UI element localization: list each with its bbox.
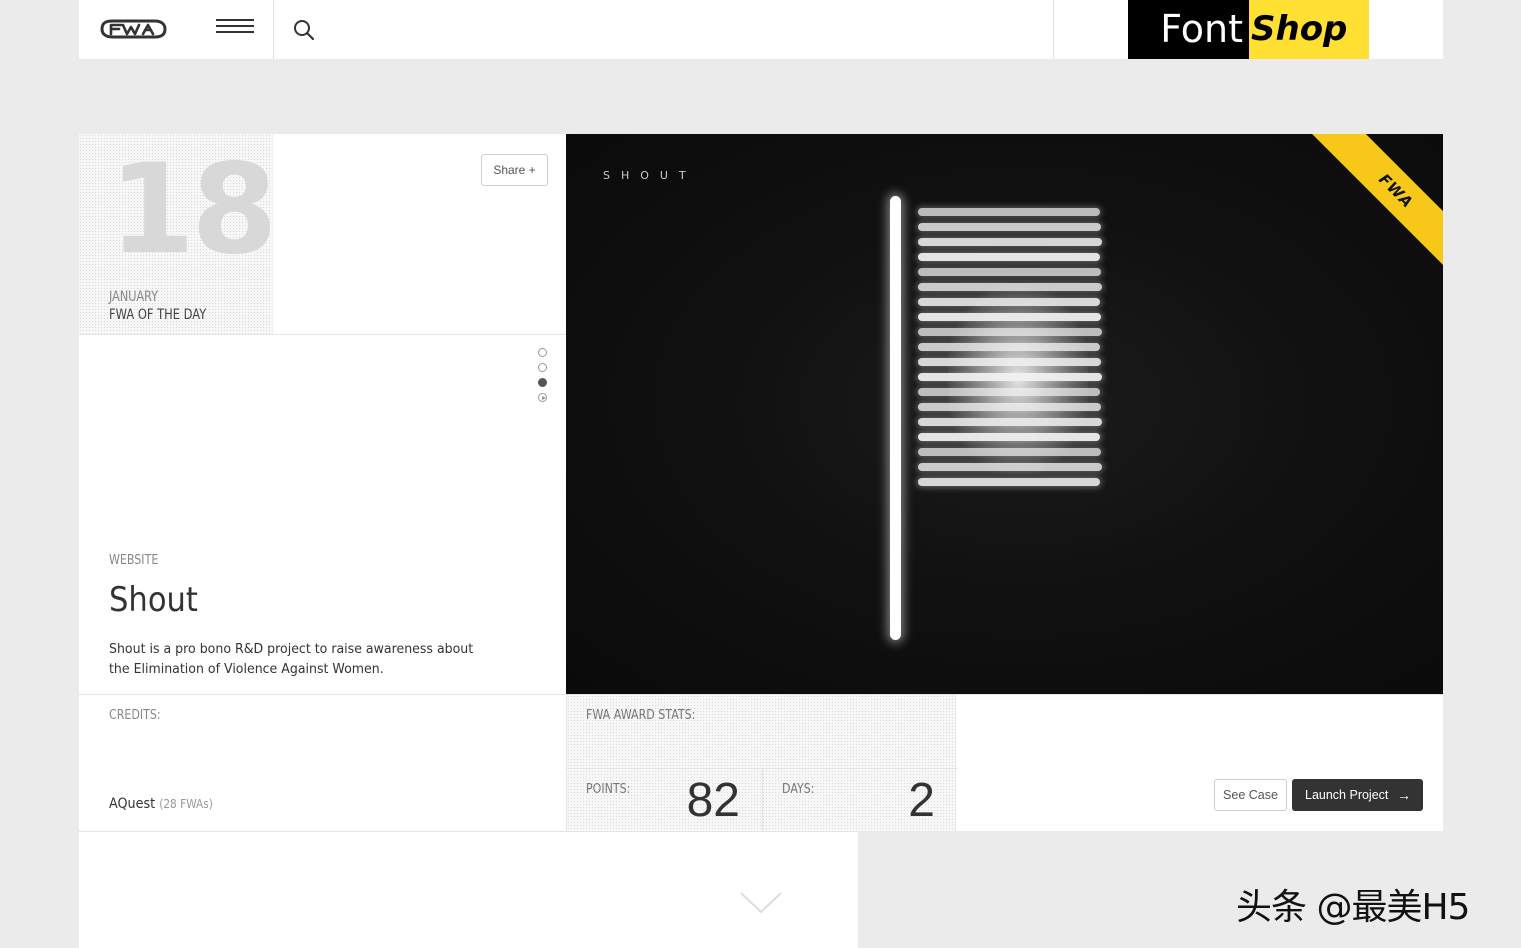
menu-button[interactable]: [216, 19, 254, 39]
hamburger-icon-line: [216, 19, 254, 21]
play-video-icon[interactable]: [538, 393, 547, 402]
date-day: 18: [109, 138, 278, 282]
slide-dot[interactable]: [538, 363, 547, 372]
flag-stripe: [918, 478, 1100, 486]
fontshop-banner-shop: Shop: [1249, 0, 1369, 59]
divider: [79, 334, 566, 335]
flag-stripe: [918, 463, 1102, 471]
launch-project-button[interactable]: Launch Project →: [1292, 779, 1423, 811]
credits-agency-link[interactable]: AQuest (28 FWAs): [109, 796, 213, 812]
days-label: DAYS:: [782, 782, 815, 797]
flag-stripe: [918, 313, 1101, 321]
hamburger-icon-line: [216, 31, 254, 33]
points-label: POINTS:: [586, 782, 631, 797]
slide-dot-active[interactable]: [538, 378, 547, 387]
award-label: FWA OF THE DAY: [109, 307, 207, 323]
flag-stripe: [918, 208, 1100, 216]
stats-label: FWA AWARD STATS:: [586, 708, 696, 723]
header-divider: [273, 0, 274, 59]
lower-panel: [79, 831, 858, 948]
flag-stripe: [918, 223, 1101, 231]
days-value: 2: [908, 774, 935, 827]
chevron-down-icon[interactable]: [739, 890, 783, 916]
flag-stripe: [918, 238, 1102, 246]
flag-pole: [890, 196, 901, 640]
see-case-button[interactable]: See Case: [1214, 779, 1287, 811]
flag-stripe: [918, 343, 1100, 351]
fontshop-banner-font: Font: [1128, 0, 1249, 59]
flag-stripe: [918, 373, 1102, 381]
project-description: Shout is a pro bono R&D project to raise…: [109, 641, 474, 677]
flag-stripe: [918, 418, 1102, 426]
fwa-logo[interactable]: [99, 16, 167, 42]
award-stats: FWA AWARD STATS: POINTS: 82 DAYS: 2: [566, 695, 957, 831]
fwa-corner-ribbon: FWA: [1304, 134, 1443, 283]
flag-stripe: [918, 298, 1100, 306]
hamburger-icon-line: [216, 25, 254, 27]
flag-stripe: [918, 268, 1101, 276]
hero-title: SHOUT: [603, 169, 697, 182]
search-icon[interactable]: [292, 18, 316, 42]
flag-illustration: [918, 208, 1104, 494]
flag-stripe: [918, 328, 1102, 336]
project-category: WEBSITE: [109, 553, 159, 568]
divider: [762, 768, 763, 831]
header-divider: [1053, 0, 1054, 59]
fwa-ribbon-logo: FWA: [1375, 170, 1417, 212]
site-of-the-day-card: 18 JANUARY FWA OF THE DAY Share + WEBSIT…: [79, 134, 1443, 831]
date-box: 18 JANUARY FWA OF THE DAY: [79, 134, 278, 334]
launch-project-label: Launch Project: [1305, 788, 1389, 802]
project-title: Shout: [109, 580, 198, 620]
points-value: 82: [686, 774, 740, 827]
flag-stripe: [918, 433, 1100, 441]
arrow-right-icon: →: [1397, 787, 1411, 803]
agency-name: AQuest: [109, 796, 156, 812]
slide-pagination: [538, 348, 548, 408]
watermark-text: 头条 @最美H5: [1236, 887, 1470, 928]
hero-image[interactable]: SHOUT L FWA: [566, 134, 1443, 694]
credits-label: CREDITS:: [109, 708, 161, 723]
top-header: Font Shop: [79, 0, 1443, 59]
date-month: JANUARY: [109, 289, 158, 305]
page: Font Shop 18 JANUARY FWA OF THE DAY Shar…: [0, 0, 1521, 948]
flag-stripe: [918, 448, 1101, 456]
flag-stripe: [918, 283, 1102, 291]
share-button[interactable]: Share +: [481, 154, 548, 186]
flag-stripe: [918, 403, 1101, 411]
fontshop-banner[interactable]: Font Shop: [1128, 0, 1369, 59]
agency-fwa-count: (28 FWAs): [159, 797, 213, 811]
flag-stripe: [918, 358, 1101, 366]
slide-dot[interactable]: [538, 348, 547, 357]
flag-stripe: [918, 253, 1100, 261]
flag-stripe: [918, 388, 1100, 396]
